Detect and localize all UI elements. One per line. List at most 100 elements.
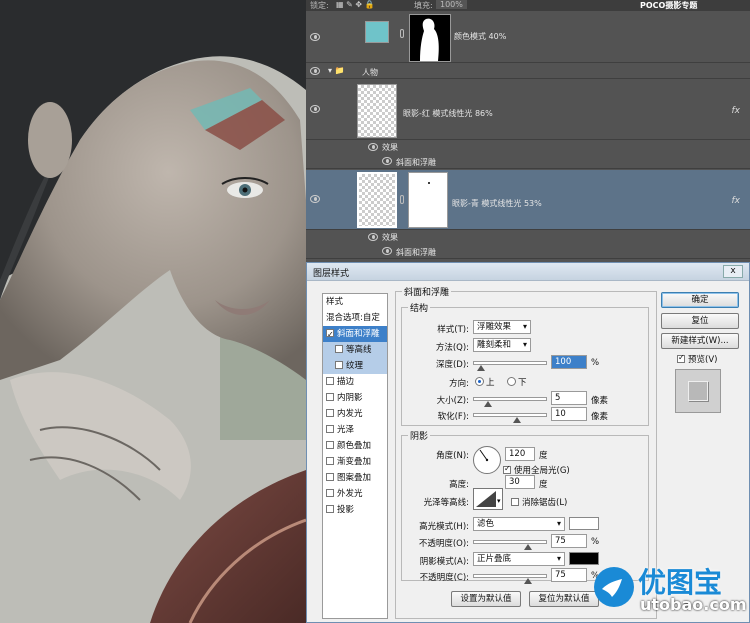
eye-icon[interactable] (310, 195, 320, 203)
layer-eyeshadow-cyan[interactable]: 眼影-青 模式线性光 53% fx (306, 170, 750, 230)
color-fill-thumb (365, 21, 389, 43)
slider-thumb[interactable] (524, 578, 532, 584)
eye-icon[interactable] (310, 67, 320, 75)
style-dropdown[interactable]: 浮雕效果 (473, 320, 531, 334)
size-input[interactable]: 5 (551, 391, 587, 405)
fill-input[interactable]: 100% (436, 0, 467, 9)
checkbox[interactable] (326, 441, 334, 449)
style-item-gradient-overlay[interactable]: 渐变叠加 (323, 454, 387, 470)
style-item-pattern-overlay[interactable]: 图案叠加 (323, 470, 387, 486)
angle-input[interactable]: 120 (505, 447, 535, 461)
style-item-drop-shadow[interactable]: 投影 (323, 502, 387, 518)
direction-down-radio[interactable]: 下 (507, 376, 527, 388)
style-item-color-overlay[interactable]: 颜色叠加 (323, 438, 387, 454)
slider-thumb[interactable] (484, 401, 493, 407)
style-item-blending-options[interactable]: 混合选项:自定 (323, 310, 387, 326)
depth-slider[interactable] (473, 361, 547, 371)
shadow-mode-dropdown[interactable]: 正片叠底 (473, 552, 565, 566)
effect-bevel-row[interactable]: 斜面和浮雕 (306, 245, 750, 259)
style-item-inner-shadow[interactable]: 内阴影 (323, 390, 387, 406)
checkbox[interactable] (326, 327, 334, 343)
highlight-mode-dropdown[interactable]: 滤色 (473, 517, 565, 531)
collapse-arrow-icon[interactable]: ▾ 📁 (328, 66, 345, 75)
eye-icon[interactable] (382, 157, 392, 165)
dialog-titlebar[interactable]: 图层样式 x (307, 263, 749, 281)
layer-group-person[interactable]: ▾ 📁 人物 (306, 64, 750, 79)
checkbox[interactable] (326, 393, 334, 401)
preview-checkbox[interactable]: 预览(V) (677, 353, 717, 365)
eye-icon[interactable] (310, 33, 320, 41)
depth-input[interactable]: 100 (551, 355, 587, 369)
soften-input[interactable]: 10 (551, 407, 587, 421)
highlight-opacity-slider[interactable] (473, 540, 547, 550)
effects-row[interactable]: 效果 (306, 231, 750, 244)
highlight-color-swatch[interactable] (569, 517, 599, 530)
checkbox[interactable] (335, 345, 343, 353)
checkbox[interactable] (326, 377, 334, 385)
gloss-contour-picker[interactable]: ▾ (473, 488, 503, 510)
fx-icon[interactable]: fx (732, 196, 741, 206)
style-item-bevel-emboss[interactable]: 斜面和浮雕 (323, 326, 387, 343)
style-item-inner-glow[interactable]: 内发光 (323, 406, 387, 422)
make-default-button[interactable]: 设置为默认值 (451, 591, 521, 607)
direction-up-radio[interactable]: 上 (475, 376, 495, 388)
watermark-url: utobao.com (640, 595, 747, 614)
checkbox[interactable] (326, 425, 334, 433)
checkbox[interactable] (326, 409, 334, 417)
ok-button[interactable]: 确定 (661, 292, 739, 308)
slider-thumb[interactable] (513, 417, 522, 423)
altitude-input[interactable]: 30 (505, 475, 535, 489)
radio-label: 下 (518, 378, 527, 388)
fx-icon[interactable]: fx (732, 106, 741, 116)
highlight-opacity-input[interactable]: 75 (551, 534, 587, 548)
style-item-contour[interactable]: 等高线 (323, 342, 387, 358)
technique-dropdown[interactable]: 雕刻柔和 (473, 338, 531, 352)
style-item-outer-glow[interactable]: 外发光 (323, 486, 387, 502)
style-item-label: 斜面和浮雕 (337, 329, 380, 339)
checkbox[interactable] (326, 473, 334, 481)
checkbox[interactable] (326, 489, 334, 497)
layer-eyeshadow-red[interactable]: 眼影-红 模式线性光 86% fx (306, 80, 750, 140)
style-item-label: 渐变叠加 (337, 457, 372, 467)
checkbox[interactable] (335, 361, 343, 369)
anti-alias-checkbox[interactable]: 消除锯齿(L) (511, 496, 567, 508)
checkbox[interactable] (677, 353, 685, 363)
checkbox[interactable] (326, 505, 334, 513)
eye-icon[interactable] (382, 247, 392, 255)
radio[interactable] (475, 377, 484, 386)
eye-icon[interactable] (368, 233, 378, 241)
soften-slider[interactable] (473, 413, 547, 423)
slider-thumb[interactable] (477, 365, 486, 371)
angle-dial[interactable] (473, 446, 501, 474)
eye-icon[interactable] (310, 105, 320, 113)
shadow-opacity-input[interactable]: 75 (551, 568, 587, 582)
effect-bevel-row[interactable]: 斜面和浮雕 (306, 155, 750, 169)
style-item-texture[interactable]: 纹理 (323, 358, 387, 374)
eye-icon[interactable] (368, 143, 378, 151)
new-style-button[interactable]: 新建样式(W)... (661, 333, 739, 349)
size-slider[interactable] (473, 397, 547, 407)
style-item-stroke[interactable]: 描边 (323, 374, 387, 390)
effects-label: 效果 (382, 143, 398, 152)
lock-icons[interactable]: ▦ ✎ ✥ 🔒 (336, 0, 375, 9)
checkbox-label: 预览(V) (688, 355, 718, 365)
shadow-opacity-slider[interactable] (473, 574, 547, 584)
dialog-title: 图层样式 (313, 269, 350, 279)
layer-thumb (357, 84, 397, 138)
effects-row[interactable]: 效果 (306, 141, 750, 154)
link-icon (400, 29, 404, 38)
style-item-satin[interactable]: 光泽 (323, 422, 387, 438)
style-item-label: 等高线 (346, 345, 372, 355)
reset-to-default-button[interactable]: 复位为默认值 (529, 591, 599, 607)
checkbox[interactable] (511, 498, 519, 506)
canvas-photo[interactable] (0, 0, 306, 623)
close-button[interactable]: x (723, 265, 743, 278)
radio[interactable] (507, 377, 516, 386)
checkbox[interactable] (503, 464, 511, 474)
poco-watermark: POCO摄影专题 (640, 1, 698, 10)
reset-button[interactable]: 复位 (661, 313, 739, 329)
fill-label: 填充: (414, 1, 433, 10)
checkbox[interactable] (326, 457, 334, 465)
slider-thumb[interactable] (524, 544, 532, 550)
layer-color-mode[interactable]: 颜色模式 40% (306, 11, 750, 63)
